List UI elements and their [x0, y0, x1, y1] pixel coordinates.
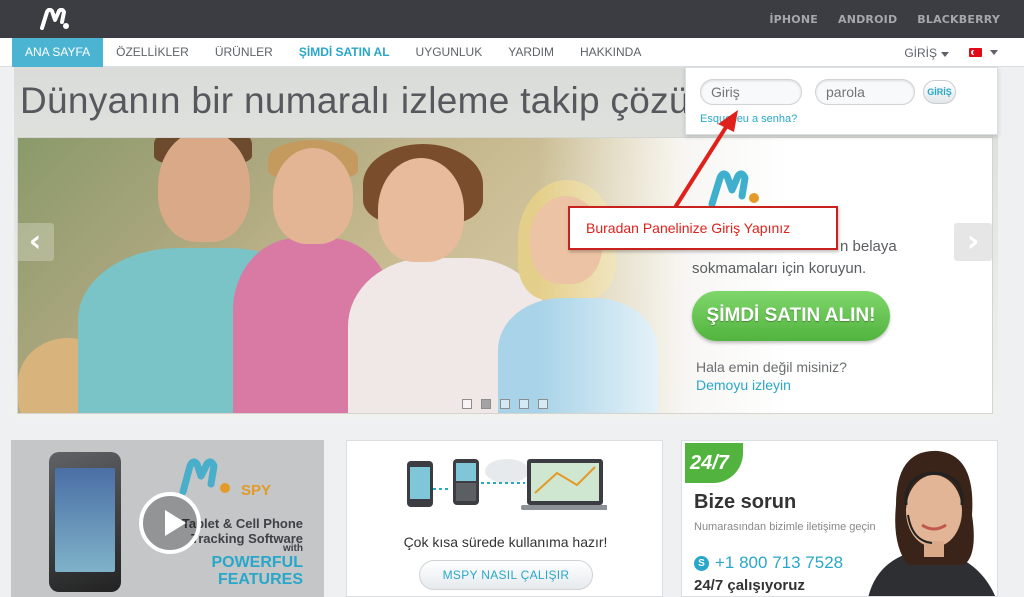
username-input[interactable]	[700, 79, 802, 105]
tagline-line3: with	[283, 543, 303, 554]
chevron-left-icon: ‹	[28, 224, 42, 259]
nav-item-products[interactable]: ÜRÜNLER	[202, 38, 286, 67]
support-agent-image	[868, 450, 996, 596]
support-subtitle: Numarasından bizimle iletişime geçin	[694, 521, 876, 533]
devices-illustration-icon	[407, 459, 607, 510]
platform-links: İPHONE ANDROID BLACKBERRY	[769, 0, 1000, 38]
support-card: 24/7 Bize sorun Numarasından bizimle ile…	[681, 440, 998, 597]
play-icon[interactable]	[139, 492, 201, 554]
login-menu-label: GİRİŞ	[904, 45, 937, 60]
unsure-text: Hala emin değil misiniz?	[696, 359, 847, 375]
slider-prev-button[interactable]: ‹	[18, 223, 54, 261]
support-phone[interactable]: +1 800 713 7528	[715, 553, 843, 573]
chevron-right-icon: ›	[966, 224, 980, 259]
platform-link-iphone[interactable]: İPHONE	[769, 13, 818, 26]
how-it-works-card: Çok kısa sürede kullanıma hazır! MSPY NA…	[346, 440, 663, 597]
nav-item-buy-now[interactable]: ŞİMDİ SATIN AL	[286, 38, 403, 67]
slider-dots	[462, 399, 548, 409]
features-line1: POWERFUL	[211, 554, 303, 571]
language-selector[interactable]	[955, 48, 998, 57]
spy-label: SPY	[241, 482, 272, 499]
annotation-callout: Buradan Panelinize Giriş Yapınız	[568, 206, 838, 250]
badge-247: 24/7	[685, 443, 743, 483]
video-card-features: with POWERFUL FEATURES	[173, 543, 303, 589]
nav-item-home[interactable]: ANA SAYFA	[12, 38, 104, 67]
slider-dot[interactable]	[462, 399, 472, 409]
mspy-mark-icon	[708, 170, 759, 208]
phone-image	[49, 452, 121, 592]
nav-item-features[interactable]: ÖZELLİKLER	[103, 38, 202, 67]
turkey-flag-icon	[969, 48, 982, 57]
nav-item-help[interactable]: YARDIM	[495, 38, 567, 67]
mspy-logo-icon	[179, 458, 230, 496]
support-title: Bize sorun	[694, 491, 797, 513]
slider-dot[interactable]	[481, 399, 491, 409]
demo-link[interactable]: Demoyu izleyin	[696, 376, 847, 394]
mspy-logo[interactable]	[40, 8, 70, 30]
slider-dot[interactable]	[538, 399, 548, 409]
login-panel: GİRİŞ Esqueceu a senha?	[685, 67, 998, 135]
video-card[interactable]: SPY Tablet & Cell Phone Tracking Softwar…	[11, 440, 324, 597]
phone-row[interactable]: S +1 800 713 7528	[694, 553, 843, 573]
login-submit-button[interactable]: GİRİŞ	[923, 80, 956, 104]
hero-title: Dünyanın bir numaralı izleme takip çözü	[20, 80, 690, 121]
ready-text: Çok kısa sürede kullanıma hazır!	[403, 534, 608, 550]
slider-dot[interactable]	[519, 399, 529, 409]
main-nav: ANA SAYFA ÖZELLİKLER ÜRÜNLER ŞİMDİ SATIN…	[0, 38, 1024, 67]
slider-dot[interactable]	[500, 399, 510, 409]
hero-slider: ‹ › n belaya sokmamaları için koruyun. Ş…	[17, 137, 993, 414]
platform-link-android[interactable]: ANDROID	[838, 13, 897, 26]
buy-now-button[interactable]: ŞİMDİ SATIN ALIN!	[692, 291, 890, 341]
skype-icon: S	[694, 555, 709, 571]
slider-next-button[interactable]: ›	[954, 223, 992, 261]
nav-item-compatibility[interactable]: UYGUNLUK	[403, 38, 496, 67]
support-hours: 24/7 çalışıyoruz	[694, 577, 805, 594]
login-dropdown-toggle[interactable]: GİRİŞ	[904, 46, 949, 60]
features-line2: FEATURES	[217, 571, 303, 588]
chevron-down-icon	[941, 51, 949, 57]
how-it-works-button[interactable]: MSPY NASIL ÇALIŞIR	[419, 560, 593, 590]
password-input[interactable]	[815, 79, 915, 105]
top-bar: İPHONE ANDROID BLACKBERRY	[0, 0, 1024, 38]
nav-item-about[interactable]: HAKKINDA	[567, 38, 654, 67]
platform-link-blackberry[interactable]: BLACKBERRY	[917, 13, 1000, 26]
hero-text-line2: sokmamaları için koruyun.	[692, 260, 867, 277]
chevron-down-icon	[990, 50, 998, 55]
unsure-block: Hala emin değil misiniz? Demoyu izleyin	[696, 358, 847, 394]
forgot-password-link[interactable]: Esqueceu a senha?	[700, 113, 797, 125]
